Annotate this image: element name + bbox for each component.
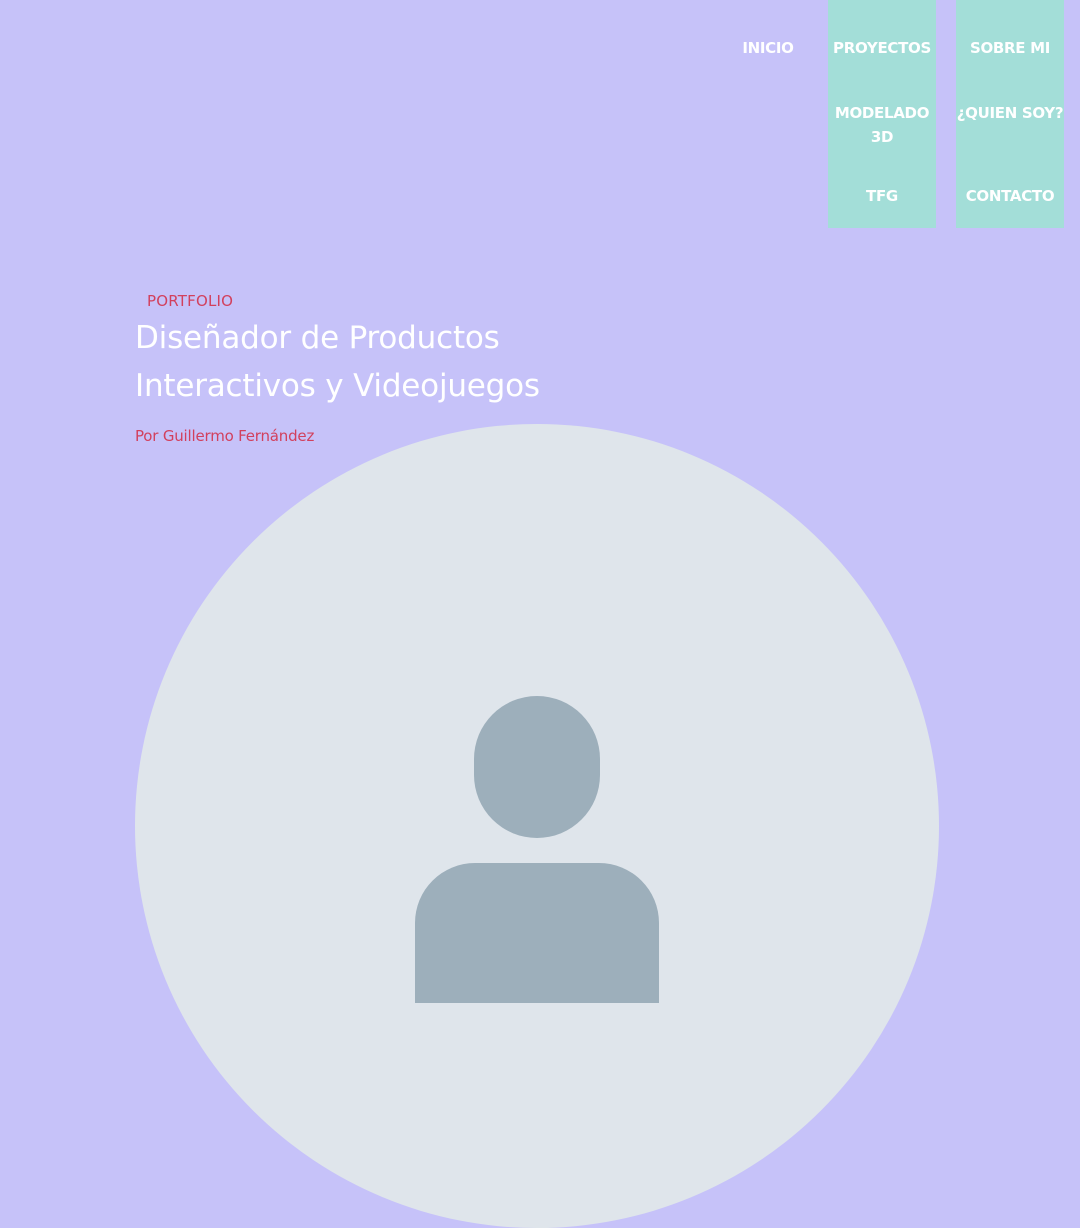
main-navigation: INICIO PROYECTOS MODELADO 3D TFG SOBRE M… [0,0,1080,240]
page-title: Diseñador de Productos Interactivos y Vi… [135,314,605,410]
sobre-mi-menu: SOBRE MI ¿QUIEN SOY? CONTACTO [956,0,1064,228]
proyectos-menu: PROYECTOS MODELADO 3D TFG [828,0,936,228]
avatar-head-shape [474,696,600,838]
avatar-body-shape [415,863,659,1003]
author-byline: Por Guillermo Fernández [135,427,315,445]
page-title-line-1: Diseñador de Productos [135,320,500,356]
nav-quien-soy-link[interactable]: ¿QUIEN SOY? [956,101,1064,125]
hero-kicker: PORTFOLIO [147,292,234,310]
nav-proyectos-link[interactable]: PROYECTOS [828,36,936,60]
nav-modelado-3d-link[interactable]: MODELADO 3D [828,101,936,149]
page-title-line-2: Interactivos y Videojuegos [135,368,540,404]
nav-contacto-link[interactable]: CONTACTO [956,184,1064,208]
user-avatar-placeholder-icon [135,424,939,1228]
nav-inicio-link[interactable]: INICIO [728,36,808,60]
nav-tfg-link[interactable]: TFG [828,184,936,208]
nav-sobre-mi-link[interactable]: SOBRE MI [956,36,1064,60]
